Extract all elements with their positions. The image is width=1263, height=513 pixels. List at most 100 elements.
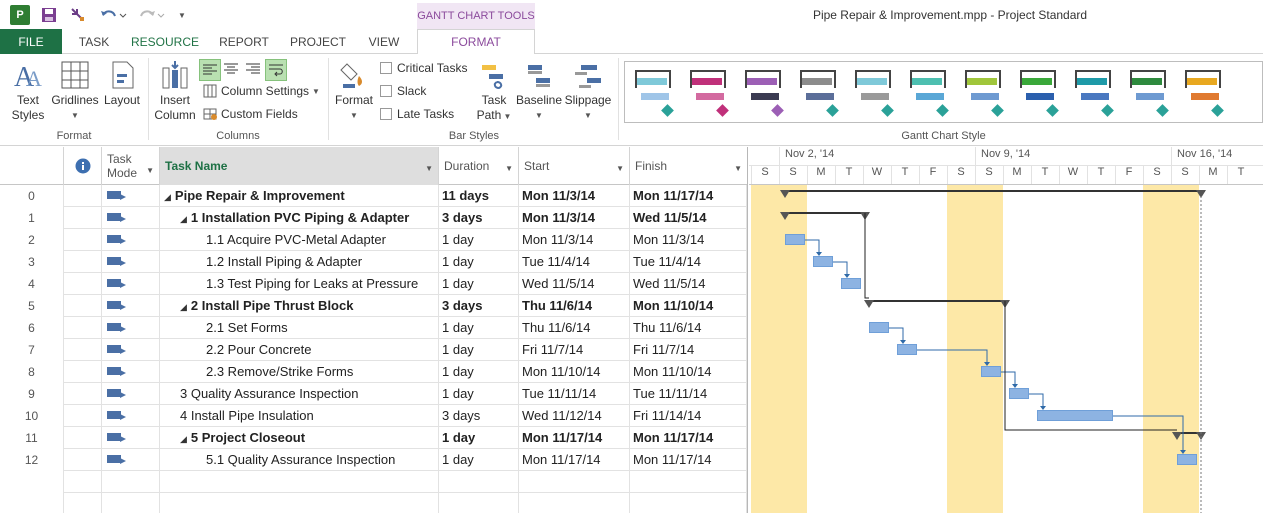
finish-cell[interactable]: Mon 11/17/14 <box>630 185 747 207</box>
task-path-button[interactable]: Task Path ▼ <box>474 60 514 124</box>
start-cell[interactable]: Mon 11/17/14 <box>519 427 630 449</box>
tab-format[interactable]: FORMAT <box>417 29 535 55</box>
duration-cell[interactable]: 1 day <box>439 339 519 361</box>
column-settings-button[interactable]: Column Settings ▼ <box>202 82 320 100</box>
task-name-cell[interactable]: ◢ 1 Installation PVC Piping & Adapter <box>160 207 439 229</box>
select-all-cell[interactable] <box>0 147 64 185</box>
finish-cell[interactable]: Mon 11/17/14 <box>630 449 747 471</box>
task-mode-cell[interactable] <box>102 405 160 427</box>
save-icon[interactable] <box>40 5 58 25</box>
task-name-header[interactable]: Task Name ▼ <box>160 147 439 185</box>
duration-cell[interactable]: 1 day <box>439 317 519 339</box>
undo-icon[interactable] <box>98 5 128 25</box>
finish-cell[interactable]: Wed 11/5/14 <box>630 207 747 229</box>
task-name-cell[interactable]: 4 Install Pipe Insulation <box>160 405 439 427</box>
duration-cell[interactable]: 3 days <box>439 295 519 317</box>
row-number[interactable] <box>0 493 64 513</box>
start-cell[interactable]: Wed 11/5/14 <box>519 273 630 295</box>
row-number[interactable]: 12 <box>0 449 64 471</box>
gantt-chart-style-gallery[interactable] <box>624 61 1263 123</box>
table-row[interactable]: 7 2.2 Pour Concrete 1 day Fri 11/7/14 Fri 11… <box>0 339 747 361</box>
task-name-cell[interactable]: ◢ 5 Project Closeout <box>160 427 439 449</box>
duration-cell[interactable]: 3 days <box>439 207 519 229</box>
task-name-cell[interactable] <box>160 493 439 513</box>
gantt-style-option[interactable] <box>1126 66 1174 118</box>
task-mode-cell[interactable] <box>102 361 160 383</box>
duration-cell[interactable] <box>439 493 519 513</box>
table-row[interactable] <box>0 471 747 493</box>
row-number[interactable]: 0 <box>0 185 64 207</box>
finish-cell[interactable]: Tue 11/4/14 <box>630 251 747 273</box>
duration-cell[interactable]: 1 day <box>439 449 519 471</box>
task-name-cell[interactable]: 2.2 Pour Concrete <box>160 339 439 361</box>
row-number[interactable]: 5 <box>0 295 64 317</box>
gantt-style-option[interactable] <box>906 66 954 118</box>
task-mode-cell[interactable] <box>102 295 160 317</box>
align-center-icon[interactable] <box>221 59 243 81</box>
task-name-cell[interactable]: ◢ 2 Install Pipe Thrust Block <box>160 295 439 317</box>
task-mode-cell[interactable] <box>102 273 160 295</box>
task-name-cell[interactable]: 1.2 Install Piping & Adapter <box>160 251 439 273</box>
finish-cell[interactable]: Fri 11/14/14 <box>630 405 747 427</box>
start-cell[interactable]: Mon 11/3/14 <box>519 207 630 229</box>
indicators-header[interactable] <box>64 147 102 185</box>
start-filter-icon[interactable]: ▼ <box>616 164 624 173</box>
critical-tasks-check[interactable] <box>380 62 392 74</box>
finish-cell[interactable]: Mon 11/10/14 <box>630 295 747 317</box>
tab-report[interactable]: REPORT <box>210 29 278 54</box>
task-name-cell[interactable]: 3 Quality Assurance Inspection <box>160 383 439 405</box>
task-mode-cell[interactable] <box>102 251 160 273</box>
row-number[interactable]: 1 <box>0 207 64 229</box>
finish-cell[interactable] <box>630 471 747 493</box>
row-number[interactable]: 4 <box>0 273 64 295</box>
task-name-cell[interactable]: ◢ Pipe Repair & Improvement <box>160 185 439 207</box>
table-row[interactable]: 11 ◢ 5 Project Closeout 1 day Mon 11/17/14 Mo… <box>0 427 747 449</box>
tab-file[interactable]: FILE <box>0 29 62 54</box>
collapse-triangle-icon[interactable]: ◢ <box>180 434 187 444</box>
finish-cell[interactable]: Tue 11/11/14 <box>630 383 747 405</box>
duration-cell[interactable]: 1 day <box>439 251 519 273</box>
table-row[interactable]: 5 ◢ 2 Install Pipe Thrust Block 3 days Thu 1… <box>0 295 747 317</box>
task-mode-cell[interactable] <box>102 449 160 471</box>
task-mode-cell[interactable] <box>102 383 160 405</box>
gantt-style-option[interactable] <box>631 66 679 118</box>
task-name-filter-icon[interactable]: ▼ <box>425 164 433 173</box>
duration-filter-icon[interactable]: ▼ <box>505 164 513 173</box>
gantt-style-option[interactable] <box>1071 66 1119 118</box>
start-cell[interactable]: Fri 11/7/14 <box>519 339 630 361</box>
format-painter-icon[interactable] <box>68 5 86 25</box>
start-cell[interactable] <box>519 493 630 513</box>
late-tasks-check[interactable] <box>380 108 392 120</box>
finish-cell[interactable]: Mon 11/3/14 <box>630 229 747 251</box>
table-row[interactable]: 1 ◢ 1 Installation PVC Piping & Adapter 3 d… <box>0 207 747 229</box>
duration-header[interactable]: Duration ▼ <box>439 147 519 185</box>
gridlines-button[interactable]: Gridlines ▼ <box>50 60 100 123</box>
gantt-chart[interactable]: Nov 2, '14 Nov 9, '14 Nov 16, '14 S S M T W T F S S… <box>749 147 1263 513</box>
row-number[interactable]: 11 <box>0 427 64 449</box>
task-mode-cell[interactable] <box>102 207 160 229</box>
gantt-style-option[interactable] <box>796 66 844 118</box>
gantt-style-option[interactable] <box>741 66 789 118</box>
row-number[interactable]: 3 <box>0 251 64 273</box>
task-mode-filter-icon[interactable]: ▼ <box>146 164 154 178</box>
finish-cell[interactable]: Mon 11/10/14 <box>630 361 747 383</box>
finish-cell[interactable]: Thu 11/6/14 <box>630 317 747 339</box>
table-row[interactable]: 9 3 Quality Assurance Inspection 1 day Tue … <box>0 383 747 405</box>
tab-project[interactable]: PROJECT <box>284 29 352 54</box>
format-bar-button[interactable]: Format ▼ <box>332 60 376 123</box>
align-right-icon[interactable] <box>243 59 265 81</box>
start-cell[interactable]: Wed 11/12/14 <box>519 405 630 427</box>
layout-button[interactable]: Layout <box>100 60 144 108</box>
duration-cell[interactable]: 3 days <box>439 405 519 427</box>
row-number[interactable]: 9 <box>0 383 64 405</box>
duration-cell[interactable]: 1 day <box>439 383 519 405</box>
start-cell[interactable]: Mon 11/10/14 <box>519 361 630 383</box>
duration-cell[interactable]: 1 day <box>439 229 519 251</box>
slack-checkbox[interactable]: Slack <box>380 82 426 100</box>
table-row[interactable]: 4 1.3 Test Piping for Leaks at Pressure 1 … <box>0 273 747 295</box>
task-name-cell[interactable] <box>160 471 439 493</box>
table-row[interactable] <box>0 493 747 513</box>
task-name-cell[interactable]: 2.1 Set Forms <box>160 317 439 339</box>
gantt-style-option[interactable] <box>1016 66 1064 118</box>
start-header[interactable]: Start ▼ <box>519 147 630 185</box>
